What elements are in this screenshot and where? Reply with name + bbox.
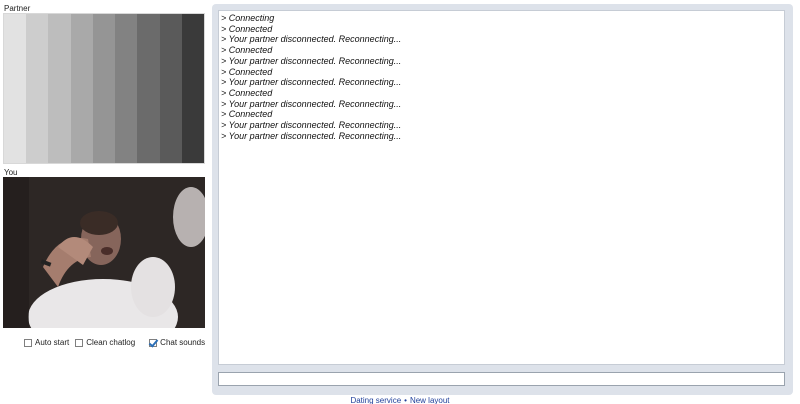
- test-pattern-bar: [159, 14, 182, 163]
- clean-chatlog-option[interactable]: Clean chatlog: [75, 338, 135, 347]
- chat-input[interactable]: [218, 372, 785, 386]
- log-line: > Connected: [221, 23, 273, 34]
- chat-sounds-option[interactable]: Chat sounds: [149, 338, 205, 347]
- footer: Dating service • New layout: [0, 396, 800, 404]
- auto-start-option[interactable]: Auto start: [24, 338, 69, 347]
- footer-separator: •: [404, 396, 407, 404]
- log-line: > Connected: [221, 87, 273, 98]
- partner-video: [3, 13, 205, 164]
- test-pattern-bar: [70, 14, 93, 163]
- test-pattern-bar: [115, 14, 138, 163]
- chat-panel: > Connecting > Connected > Your partner …: [212, 4, 793, 395]
- webcam-image: [3, 177, 205, 328]
- test-pattern-bar: [48, 14, 71, 163]
- log-line: > Your partner disconnected. Reconnectin…: [221, 130, 402, 141]
- test-pattern-bar: [4, 14, 27, 163]
- log-line: > Your partner disconnected. Reconnectin…: [221, 55, 402, 66]
- test-pattern-bar: [92, 14, 116, 163]
- log-line: > Connected: [221, 109, 273, 120]
- clean-chatlog-checkbox[interactable]: [75, 338, 84, 347]
- test-pattern-bar: [137, 14, 160, 163]
- test-pattern-bar: [26, 14, 49, 163]
- chat-log[interactable]: > Connecting > Connected > Your partner …: [218, 10, 785, 365]
- log-line: > Your partner disconnected. Reconnectin…: [221, 120, 402, 131]
- test-pattern-bar: [181, 14, 204, 163]
- dating-service-link[interactable]: Dating service: [350, 396, 401, 404]
- log-line: > Your partner disconnected. Reconnectin…: [221, 98, 402, 109]
- auto-start-label: Auto start: [35, 338, 70, 347]
- chat-sounds-checkbox[interactable]: [149, 338, 158, 347]
- clean-chatlog-label: Clean chatlog: [86, 338, 136, 347]
- new-layout-link[interactable]: New layout: [410, 396, 450, 404]
- log-line: > Connecting: [221, 13, 275, 23]
- log-line: > Connected: [221, 66, 273, 77]
- log-line: > Your partner disconnected. Reconnectin…: [221, 77, 402, 88]
- app-root: Partner You Auto start Clean chatlog Cha…: [0, 0, 800, 404]
- log-line: > Connected: [221, 45, 273, 56]
- chat-sounds-label: Chat sounds: [160, 338, 206, 347]
- auto-start-checkbox[interactable]: [24, 338, 32, 347]
- options-bar: Auto start Clean chatlog Chat sounds: [24, 338, 205, 347]
- self-video: [3, 177, 205, 328]
- log-line: > Your partner disconnected. Reconnectin…: [221, 34, 402, 45]
